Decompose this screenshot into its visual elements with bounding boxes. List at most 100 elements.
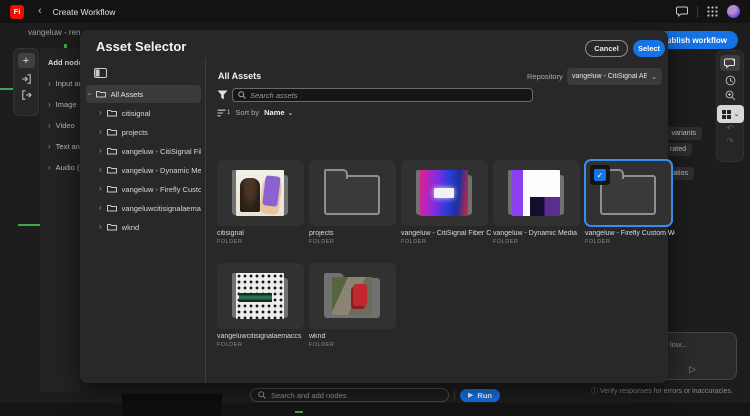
tree-item-firefly-custom[interactable]: › vangeluw - Firefly Custom ... <box>86 180 201 198</box>
sort-value-dropdown[interactable]: Name ⌄ <box>264 108 293 117</box>
folder-icon <box>107 109 117 117</box>
chevron-right-icon: › <box>99 128 102 136</box>
asset-name: citisignal <box>217 230 307 237</box>
search-icon <box>258 391 266 399</box>
chevron-right-icon: › <box>99 147 102 155</box>
asset-type: FOLDER <box>401 239 493 245</box>
asset-name: wknd <box>309 333 399 340</box>
checkbox-plate: ✓ <box>590 165 610 185</box>
add-node-button[interactable]: + <box>18 53 35 68</box>
bottom-bar: ▶ Run <box>250 388 500 402</box>
folder-icon <box>107 128 117 136</box>
tree-item-all-assets[interactable]: › All Assets <box>86 85 201 103</box>
tree-item-citisignal-fiber[interactable]: › vangeluw - CitiSignal Fiber Ca... <box>86 142 201 160</box>
node-search-input[interactable] <box>271 391 441 400</box>
asset-card-projects[interactable]: projects FOLDER <box>309 160 401 245</box>
canvas-bottom-band <box>0 403 750 416</box>
asset-browser: All Assets Repository vangeluw - CitiSig… <box>207 58 668 383</box>
tree-item-projects[interactable]: › projects <box>86 123 201 141</box>
asset-name: vangeluw - CitiSignal Fiber Cam... <box>401 230 491 237</box>
asset-search-input[interactable] <box>250 91 527 100</box>
sort-by-label: Sort by <box>235 108 259 117</box>
chevron-right-icon: › <box>99 185 102 193</box>
history-icon[interactable] <box>725 75 736 86</box>
play-icon: ▶ <box>468 391 473 399</box>
folder-icon <box>96 90 106 98</box>
asset-type: FOLDER <box>217 239 309 245</box>
feedback-icon[interactable] <box>676 6 688 17</box>
add-nodes-panel: Add nodes ›Input an ›Image ›Video ›Text … <box>40 48 80 392</box>
app-root: Fi ‹ Create Workflow vangeluw - remove P… <box>0 0 750 416</box>
node-category-video[interactable]: ›Video <box>48 121 80 130</box>
asset-card-dynamic-media[interactable]: vangeluw - Dynamic Media FOLDER <box>493 160 585 245</box>
add-nodes-title: Add nodes <box>48 58 80 67</box>
redo-icon[interactable]: ↷ <box>726 138 734 147</box>
node-category-image[interactable]: ›Image <box>48 100 80 109</box>
undo-icon[interactable]: ↶ <box>726 125 734 134</box>
node-category-input[interactable]: ›Input an <box>48 79 80 88</box>
chevron-right-icon: › <box>99 166 102 174</box>
cancel-button[interactable]: Cancel <box>585 40 628 57</box>
chevron-right-icon: › <box>99 204 102 212</box>
assistant-verify-note: ⓘ Verify responses for errors or inaccur… <box>578 386 746 396</box>
tree-item-aemaccs[interactable]: › vangeluwcitisignalaemaccs <box>86 199 201 217</box>
filter-icon[interactable] <box>217 90 228 100</box>
tree-item-wknd[interactable]: › wknd <box>86 218 201 236</box>
canvas-node-block <box>122 394 222 416</box>
top-bar: Fi ‹ Create Workflow <box>0 0 750 23</box>
folder-thumbnail <box>236 273 284 319</box>
node-search-box[interactable] <box>250 388 449 402</box>
folder-icon <box>107 204 117 212</box>
apps-grid-icon[interactable] <box>707 6 718 17</box>
content-heading: All Assets <box>218 71 261 81</box>
folder-icon <box>107 185 117 193</box>
page-title: Create Workflow <box>53 7 116 17</box>
asset-search-box[interactable] <box>232 88 533 102</box>
modal-title: Asset Selector <box>96 39 186 54</box>
avatar[interactable] <box>727 5 740 18</box>
asset-card-aemaccs[interactable]: vangeluwcitisignalaemaccs FOLDER <box>217 263 309 348</box>
asset-type: FOLDER <box>493 239 585 245</box>
ai-assistant-icon[interactable] <box>720 55 740 71</box>
asset-type: FOLDER <box>585 239 677 245</box>
tree-item-dynamic-media[interactable]: › vangeluw - Dynamic Media <box>86 161 201 179</box>
folder-thumbnail <box>332 277 372 315</box>
import-icon[interactable] <box>21 74 32 84</box>
folder-icon <box>107 166 117 174</box>
run-button[interactable]: ▶ Run <box>460 389 500 402</box>
bottombar-divider <box>454 390 455 401</box>
node-category-audio[interactable]: ›Audio (C <box>48 163 80 172</box>
folder-tree-panel: › All Assets › citisignal › projects › <box>80 58 206 383</box>
repository-select[interactable]: vangeluw - CitiSignal AEM ... ⌄ <box>567 68 662 85</box>
sort-order-icon[interactable]: 1 <box>217 109 230 117</box>
select-button[interactable]: Select <box>633 40 665 57</box>
tree-item-citisignal[interactable]: › citisignal <box>86 104 201 122</box>
asset-card-firefly-custom[interactable]: ✓ vangeluw - Firefly Custom Wor... FOLDE… <box>585 160 677 245</box>
node-category-text[interactable]: ›Text and <box>48 142 80 151</box>
chevron-down-icon: ⌄ <box>734 110 740 118</box>
folder-icon <box>107 147 117 155</box>
grid-view-toggle[interactable]: ⌄ <box>717 105 744 123</box>
chevron-down-icon: ⌄ <box>651 73 657 81</box>
asset-selector-modal: Asset Selector Cancel Select › All Asset… <box>80 30 668 383</box>
send-icon[interactable]: ▷ <box>689 365 696 375</box>
folder-thumbnail <box>236 170 284 216</box>
back-button[interactable]: ‹ <box>38 6 42 17</box>
chevron-down-icon: › <box>85 93 93 96</box>
repository-label: Repository <box>527 72 563 81</box>
collapse-panel-icon[interactable] <box>94 68 107 78</box>
asset-card-citisignal-fiber[interactable]: vangeluw - CitiSignal Fiber Cam... FOLDE… <box>401 160 493 245</box>
workflow-tab[interactable]: vangeluw - remove <box>28 28 80 37</box>
selected-checkbox[interactable]: ✓ <box>594 169 606 181</box>
canvas-edge-line <box>295 411 303 413</box>
asset-card-wknd[interactable]: wknd FOLDER <box>309 263 401 348</box>
firefly-logo[interactable]: Fi <box>10 5 24 19</box>
zoom-in-icon[interactable] <box>725 90 736 101</box>
export-icon[interactable] <box>21 90 32 100</box>
asset-name: vangeluw - Dynamic Media <box>493 230 583 237</box>
topbar-divider <box>697 6 698 18</box>
assistant-input-fragment: low... <box>670 340 687 349</box>
asset-card-citisignal[interactable]: citisignal FOLDER <box>217 160 309 245</box>
chevron-down-icon: ⌄ <box>288 109 294 117</box>
folder-glyph <box>324 175 380 215</box>
